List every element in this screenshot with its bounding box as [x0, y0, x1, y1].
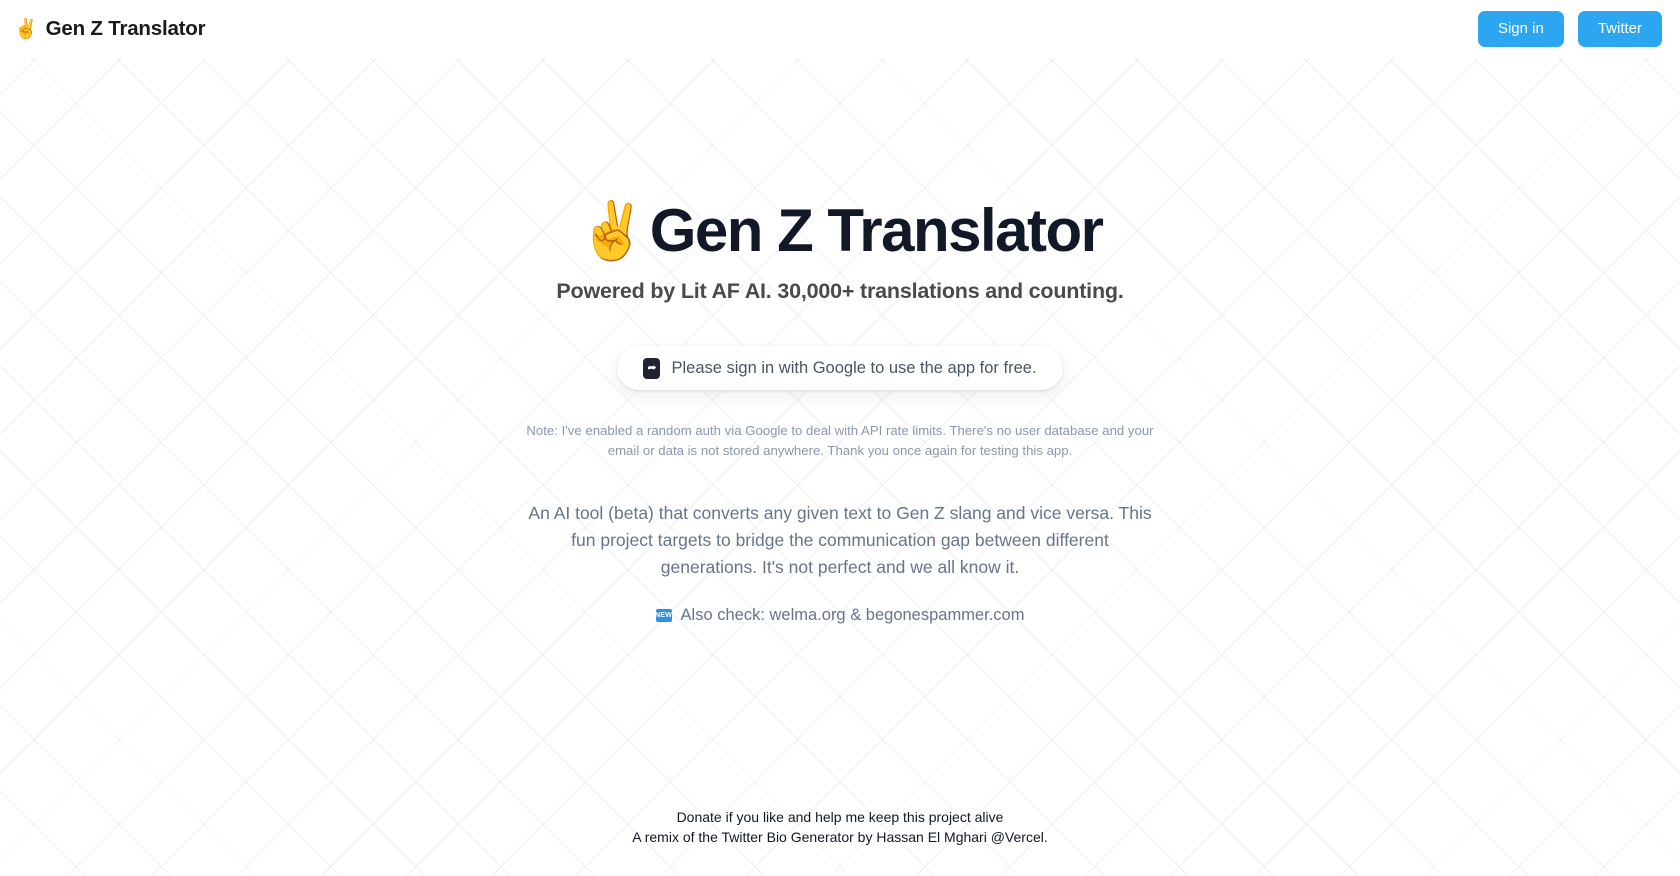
brand[interactable]: ✌️ Gen Z Translator [14, 17, 206, 41]
app-root: ✌️ Gen Z Translator Sign in Twitter ✌️ G… [0, 0, 1680, 876]
footer-credit-line[interactable]: A remix of the Twitter Bio Generator by … [0, 828, 1680, 848]
sign-in-button[interactable]: Sign in [1477, 10, 1564, 48]
footer-donate-line[interactable]: Donate if you like and help me keep this… [0, 808, 1680, 828]
also-check-row: NEW Also check: welma.org & begonespamme… [655, 606, 1025, 625]
app-description: An AI tool (beta) that converts any give… [528, 503, 1152, 577]
arrow-into-door-icon: ➦ [643, 357, 661, 379]
also-check-text[interactable]: Also check: welma.org & begonespammer.co… [681, 606, 1025, 625]
sign-in-prompt-text: Please sign in with Google to use the ap… [671, 358, 1037, 377]
sign-in-prompt-card[interactable]: ➦ Please sign in with Google to use the … [617, 346, 1063, 390]
auth-note: Note: I've enabled a random auth via Goo… [526, 423, 1154, 458]
page-title: ✌️ Gen Z Translator [577, 197, 1104, 264]
victory-hand-icon: ✌️ [14, 18, 38, 40]
twitter-button[interactable]: Twitter [1577, 10, 1662, 48]
footer: Donate if you like and help me keep this… [0, 808, 1680, 876]
page-subtitle: Powered by Lit AF AI. 30,000+ translatio… [556, 279, 1124, 303]
brand-title: Gen Z Translator [45, 17, 206, 40]
new-badge-icon: NEW [655, 608, 672, 622]
header-actions: Sign in Twitter [1477, 10, 1662, 48]
victory-hand-icon-large: ✌️ [577, 198, 647, 262]
main-content: ✌️ Gen Z Translator Powered by Lit AF AI… [0, 58, 1680, 808]
top-header: ✌️ Gen Z Translator Sign in Twitter [0, 0, 1680, 58]
page-title-text: Gen Z Translator [649, 197, 1104, 264]
